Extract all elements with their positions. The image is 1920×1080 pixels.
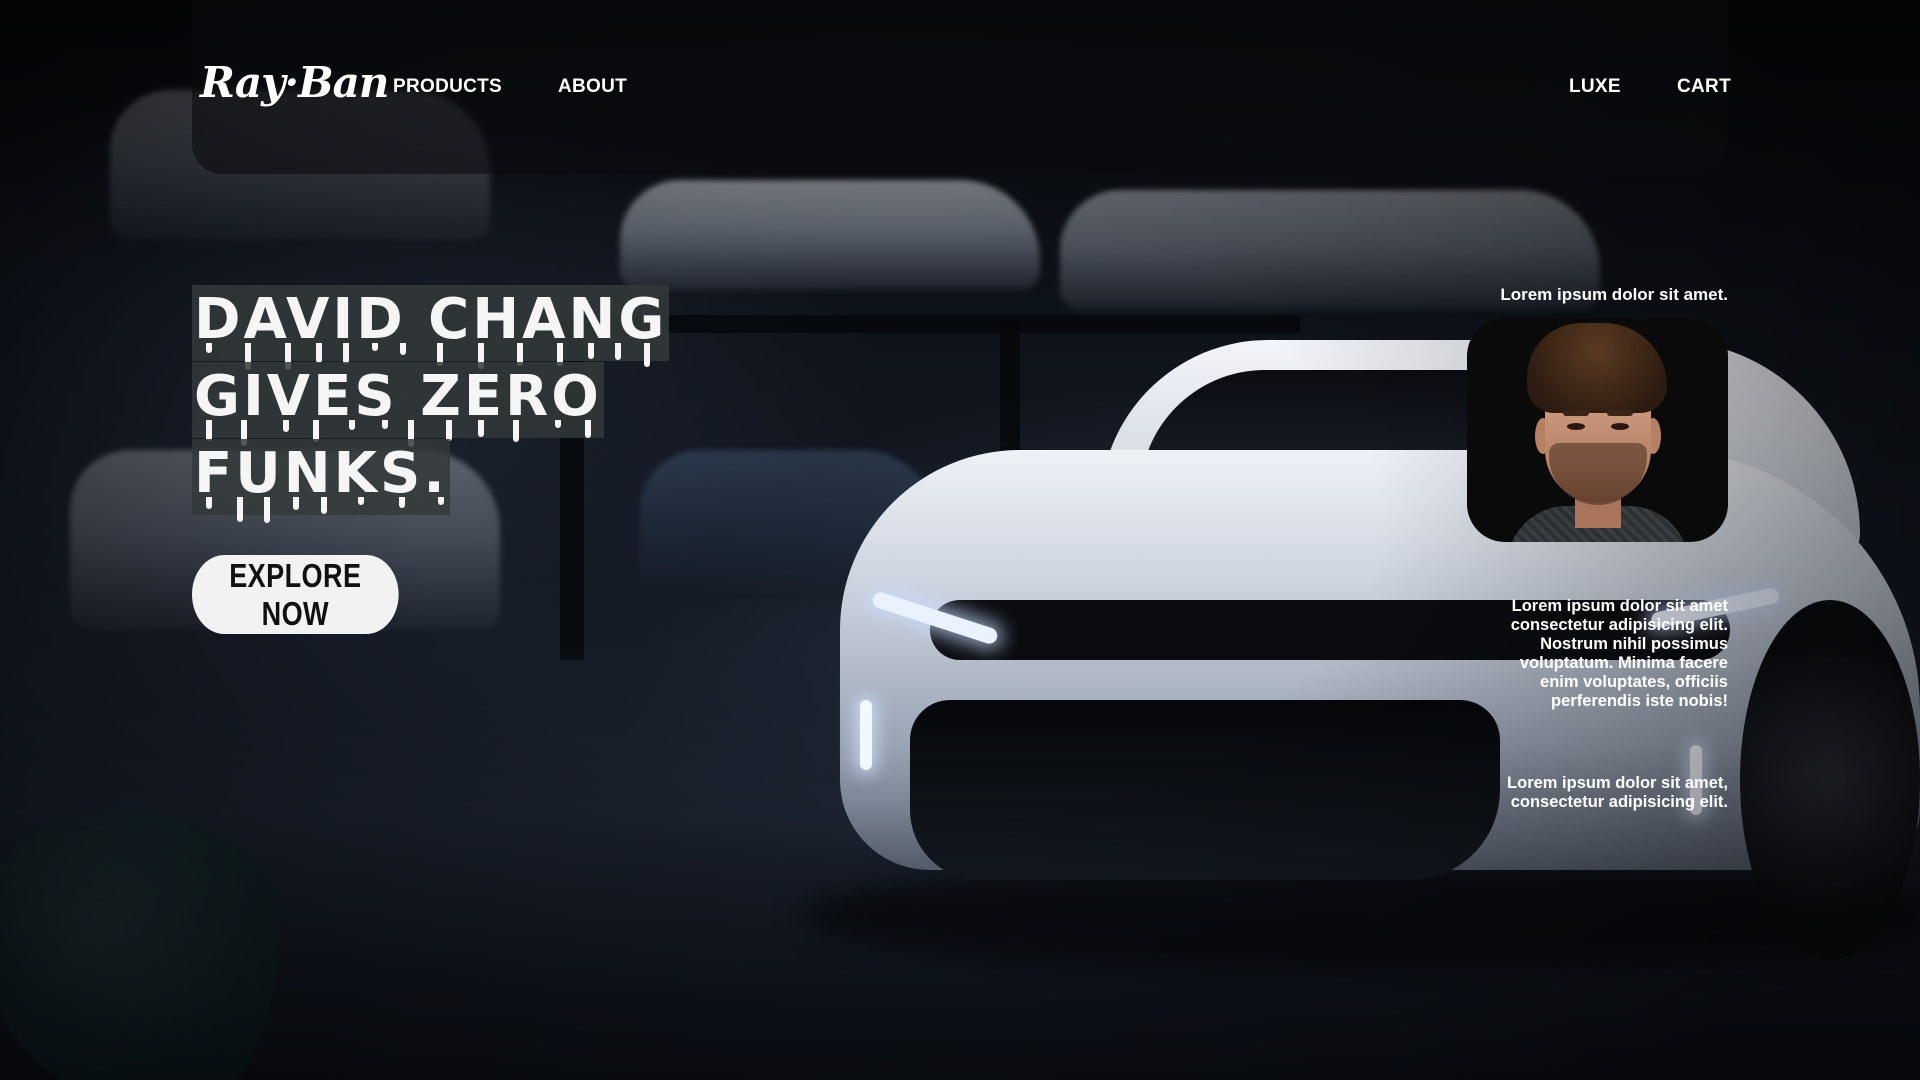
profile-title: Lorem ipsum dolor sit amet.: [1500, 285, 1728, 304]
headline-line-2: GIVES ZERO: [192, 362, 604, 447]
rayban-logo-icon[interactable]: Ray·Ban: [200, 58, 389, 107]
paint-drip: [438, 497, 444, 505]
nav-link-about[interactable]: ABOUT: [558, 76, 627, 98]
nav-link-cart[interactable]: CART: [1677, 76, 1731, 98]
paint-drip: [283, 420, 289, 432]
paint-drip: [206, 343, 212, 353]
paint-drip: [588, 343, 594, 359]
explore-now-button[interactable]: EXPLORE NOW: [192, 555, 399, 634]
profile-note: Lorem ipsum dolor sit amet, consectetur …: [1507, 773, 1728, 811]
paint-drip: [264, 497, 270, 523]
paint-drip: [358, 497, 364, 505]
nav-link-luxe[interactable]: LUXE: [1569, 76, 1621, 98]
paint-drip: [382, 420, 388, 429]
paint-drip: [644, 343, 650, 367]
paint-drip: [316, 343, 322, 363]
profile-description: Lorem ipsum dolor sit amet consectetur a…: [1510, 596, 1728, 710]
headline-line-1: DAVID CHANG: [192, 285, 670, 370]
paint-drip: [237, 497, 243, 522]
paint-drip: [555, 420, 561, 428]
hero-headline: DAVID CHANG GIVES ZERO FUNKS.: [192, 285, 670, 523]
paint-drip: [343, 343, 349, 364]
headline-line-3: FUNKS.: [192, 439, 450, 523]
paint-drip: [372, 343, 378, 351]
paint-drip: [206, 420, 212, 441]
paint-drip: [399, 497, 405, 508]
paint-drip: [615, 343, 621, 360]
paint-drip: [349, 420, 355, 430]
paint-drip: [446, 420, 452, 441]
paint-drip: [478, 420, 484, 437]
paint-drip: [321, 497, 327, 514]
paint-drip: [400, 343, 406, 355]
paint-drip: [513, 420, 519, 442]
paint-drip: [293, 497, 299, 510]
paint-drip: [585, 420, 591, 438]
paint-drip: [206, 497, 212, 509]
person-portrait-icon: [1467, 318, 1728, 542]
nav-link-products[interactable]: PRODUCTS: [393, 76, 502, 98]
